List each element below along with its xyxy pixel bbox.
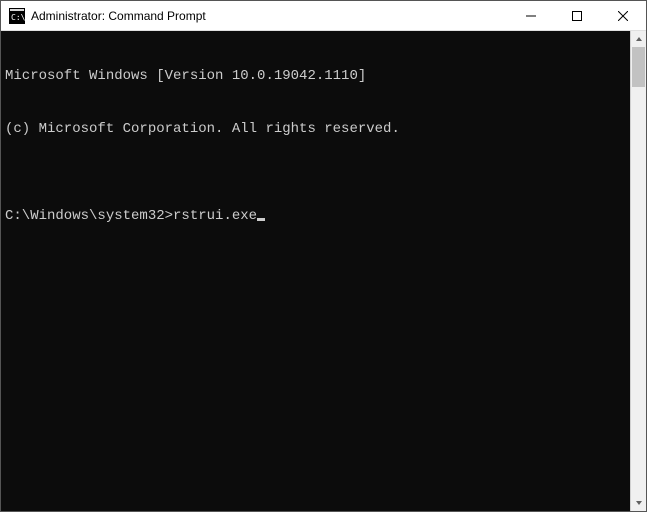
maximize-icon [572,11,582,21]
minimize-icon [526,11,536,21]
window-controls [508,1,646,30]
terminal-line: Microsoft Windows [Version 10.0.19042.11… [5,68,626,86]
vertical-scrollbar[interactable] [630,31,646,511]
terminal-prompt-line: C:\Windows\system32>rstrui.exe [5,208,626,226]
terminal-prompt: C:\Windows\system32> [5,208,173,226]
minimize-button[interactable] [508,1,554,30]
terminal-line: (c) Microsoft Corporation. All rights re… [5,121,626,139]
window-title: Administrator: Command Prompt [31,9,508,23]
maximize-button[interactable] [554,1,600,30]
close-icon [618,11,628,21]
scroll-up-button[interactable] [631,31,646,47]
scrollbar-thumb[interactable] [632,47,645,87]
command-prompt-window: C:\ Administrator: Command Prompt [0,0,647,512]
titlebar[interactable]: C:\ Administrator: Command Prompt [1,1,646,31]
terminal-output[interactable]: Microsoft Windows [Version 10.0.19042.11… [1,31,630,511]
chevron-up-icon [635,35,643,43]
scrollbar-track[interactable] [631,47,646,495]
cmd-icon: C:\ [9,8,25,24]
svg-text:C:\: C:\ [11,13,25,22]
terminal-command: rstrui.exe [173,208,257,226]
content-area: Microsoft Windows [Version 10.0.19042.11… [1,31,646,511]
scroll-down-button[interactable] [631,495,646,511]
cursor-icon [257,218,265,221]
chevron-down-icon [635,499,643,507]
close-button[interactable] [600,1,646,30]
